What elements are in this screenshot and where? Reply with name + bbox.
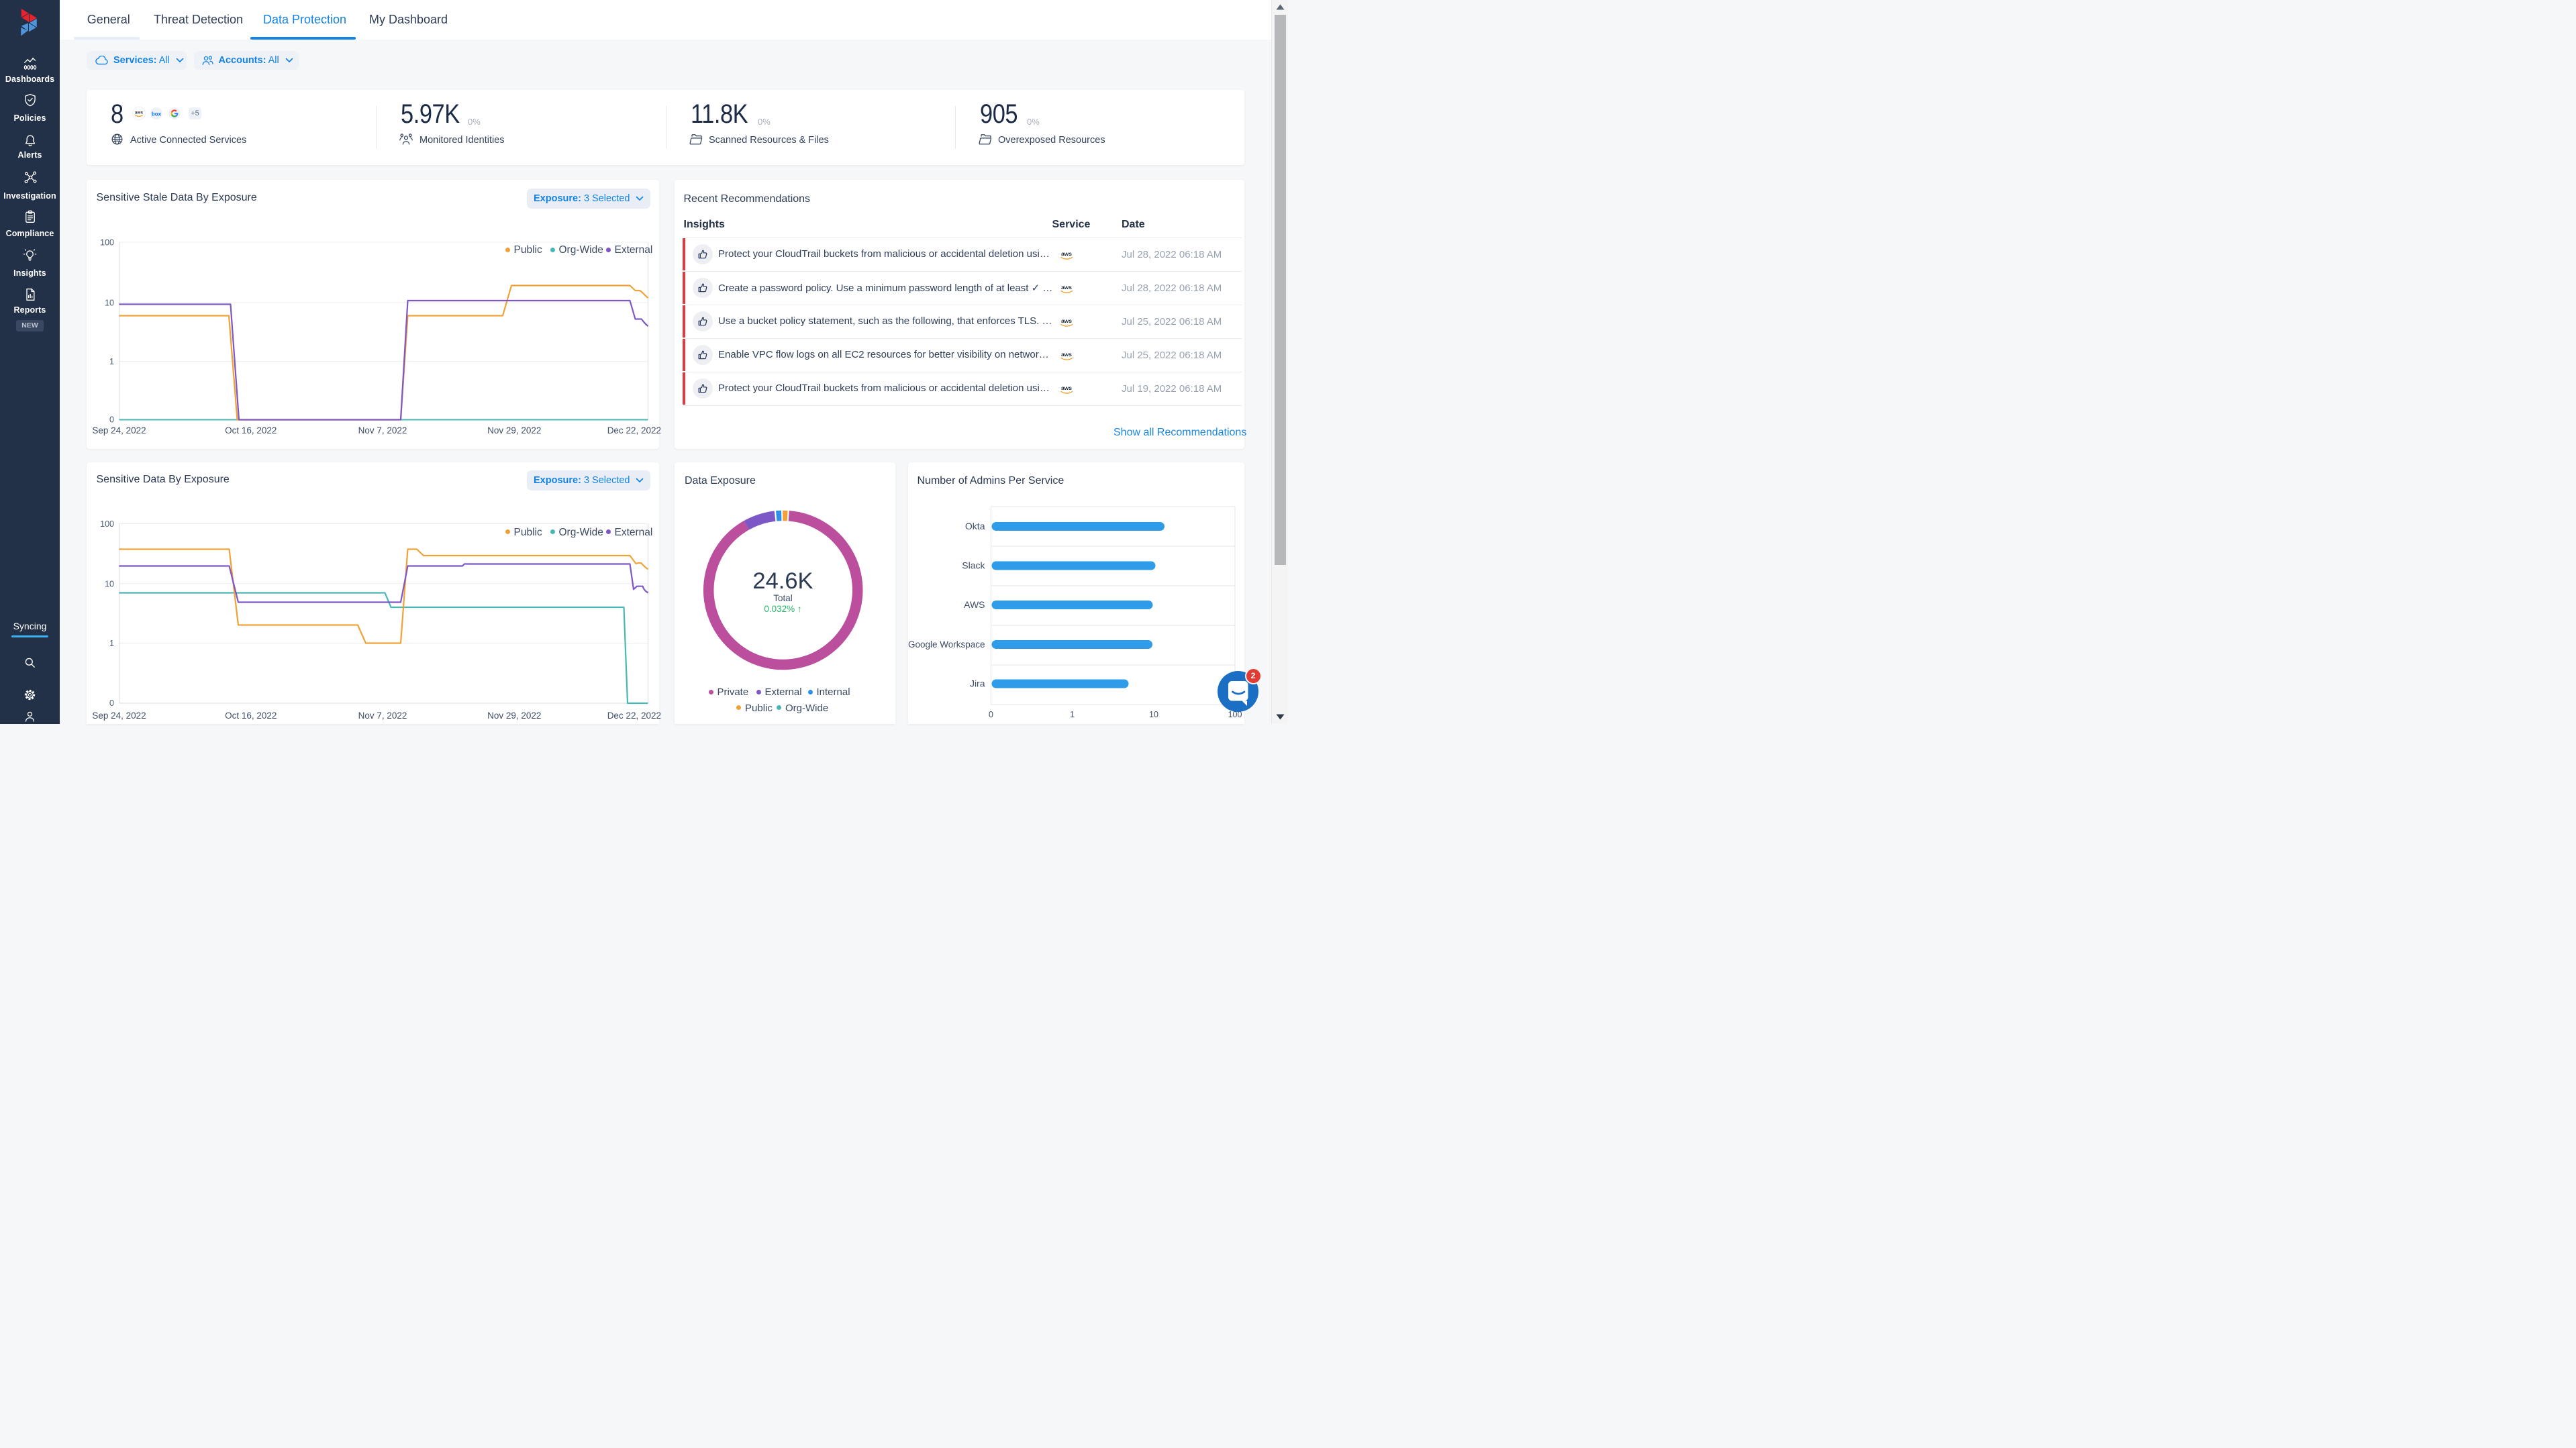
svg-text:Slack: Slack <box>962 560 985 570</box>
svg-text:1: 1 <box>109 357 114 366</box>
svg-text:1: 1 <box>109 639 114 648</box>
svg-text:Dec 22, 2022: Dec 22, 2022 <box>607 711 661 721</box>
svg-text:Nov 7, 2022: Nov 7, 2022 <box>358 425 407 435</box>
svg-text:Google Workspace: Google Workspace <box>908 639 985 650</box>
svg-text:10: 10 <box>105 579 114 588</box>
svg-text:aws: aws <box>1061 317 1072 324</box>
svg-text:0: 0 <box>109 415 114 425</box>
svg-text:10: 10 <box>105 299 114 308</box>
svg-text:Nov 29, 2022: Nov 29, 2022 <box>487 425 541 435</box>
svg-text:Sep 24, 2022: Sep 24, 2022 <box>92 425 146 435</box>
svg-text:Dec 22, 2022: Dec 22, 2022 <box>607 425 661 435</box>
svg-text:aws: aws <box>1061 384 1072 391</box>
svg-text:100: 100 <box>100 238 114 248</box>
svg-text:1: 1 <box>1070 710 1075 719</box>
svg-text:Jira: Jira <box>970 678 985 688</box>
svg-text:Nov 29, 2022: Nov 29, 2022 <box>487 711 541 721</box>
svg-text:100: 100 <box>100 519 114 529</box>
svg-text:Nov 7, 2022: Nov 7, 2022 <box>358 711 407 721</box>
svg-text:aws: aws <box>135 111 144 115</box>
svg-text:Oct 16, 2022: Oct 16, 2022 <box>225 425 277 435</box>
svg-text:0: 0 <box>989 710 993 719</box>
svg-text:aws: aws <box>1061 351 1072 358</box>
svg-text:aws: aws <box>1061 250 1072 257</box>
svg-text:0: 0 <box>109 699 114 708</box>
svg-text:Okta: Okta <box>965 521 985 531</box>
svg-text:box: box <box>152 111 162 117</box>
svg-text:AWS: AWS <box>964 599 985 610</box>
svg-text:aws: aws <box>1061 284 1072 291</box>
svg-text:10: 10 <box>1149 710 1158 719</box>
svg-text:Sep 24, 2022: Sep 24, 2022 <box>92 711 146 721</box>
svg-text:Oct 16, 2022: Oct 16, 2022 <box>225 711 277 721</box>
